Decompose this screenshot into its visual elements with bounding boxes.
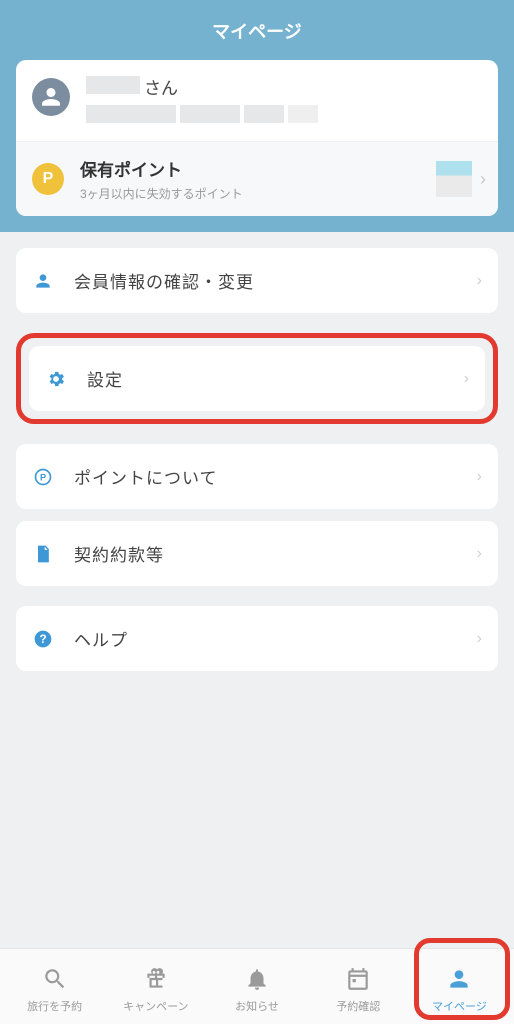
points-row[interactable]: P 保有ポイント 3ヶ月以内に失効するポイント › (16, 141, 498, 216)
help-icon: ? (32, 628, 54, 650)
menu-label: ヘルプ (74, 626, 457, 651)
chevron-right-icon: › (464, 370, 469, 388)
points-text: 保有ポイント 3ヶ月以内に失効するポイント (80, 156, 436, 202)
tab-mypage[interactable]: マイページ (409, 964, 510, 1014)
menu-label: 契約約款等 (74, 541, 457, 566)
chevron-right-icon: › (477, 545, 482, 563)
content-area: 会員情報の確認・変更 › 設定 › P ポイントについて › 契約約款等 › (0, 232, 514, 707)
username-redacted (86, 76, 140, 94)
menu-label: 設定 (87, 366, 444, 391)
tab-campaign[interactable]: キャンペーン (105, 964, 206, 1014)
person-icon (32, 270, 54, 292)
menu-settings[interactable]: 設定 › (29, 346, 485, 411)
points-subtitle: 3ヶ月以内に失効するポイント (80, 185, 436, 202)
chevron-right-icon: › (477, 272, 482, 290)
tab-bar: 旅行を予約 キャンペーン お知らせ 予約確認 マイページ (0, 948, 514, 1024)
menu-help[interactable]: ? ヘルプ › (16, 606, 498, 671)
profile-subline-redacted (86, 105, 482, 123)
tab-reserve[interactable]: 旅行を予約 (4, 964, 105, 1014)
points-title: 保有ポイント (80, 156, 436, 181)
profile-card: さん P 保有ポイント 3ヶ月以内に失効するポイント › (16, 60, 498, 216)
menu-terms[interactable]: 契約約款等 › (16, 521, 498, 586)
menu-label: ポイントについて (74, 464, 457, 489)
tab-label: マイページ (432, 998, 487, 1014)
avatar-icon (32, 78, 70, 116)
tab-label: 旅行を予約 (27, 998, 82, 1014)
bell-icon (242, 964, 272, 994)
chevron-right-icon: › (480, 169, 486, 190)
tab-notice[interactable]: お知らせ (206, 964, 307, 1014)
menu-member-info[interactable]: 会員情報の確認・変更 › (16, 248, 498, 313)
menu-about-points[interactable]: P ポイントについて › (16, 444, 498, 509)
tab-label: お知らせ (235, 998, 279, 1014)
person-icon (444, 964, 474, 994)
svg-text:P: P (40, 472, 46, 482)
chevron-right-icon: › (477, 468, 482, 486)
tab-label: キャンペーン (123, 998, 188, 1014)
page-title: マイページ (0, 0, 514, 60)
profile-section: さん (16, 60, 498, 141)
tab-label: 予約確認 (336, 998, 380, 1014)
points-icon: P (32, 163, 64, 195)
highlight-settings: 設定 › (16, 333, 498, 424)
gift-icon (141, 964, 171, 994)
search-icon (40, 964, 70, 994)
svg-text:?: ? (39, 633, 46, 646)
calendar-icon (343, 964, 373, 994)
chevron-right-icon: › (477, 630, 482, 648)
point-circle-icon: P (32, 466, 54, 488)
tab-booking[interactable]: 予約確認 (308, 964, 409, 1014)
header: マイページ さん P 保有ポイント 3ヶ月以内に失効するポイント (0, 0, 514, 232)
points-value-redacted (436, 161, 472, 197)
username-suffix: さん (144, 74, 178, 99)
profile-text: さん (86, 74, 482, 123)
menu-label: 会員情報の確認・変更 (74, 268, 457, 293)
gear-icon (45, 368, 67, 390)
document-icon (32, 543, 54, 565)
